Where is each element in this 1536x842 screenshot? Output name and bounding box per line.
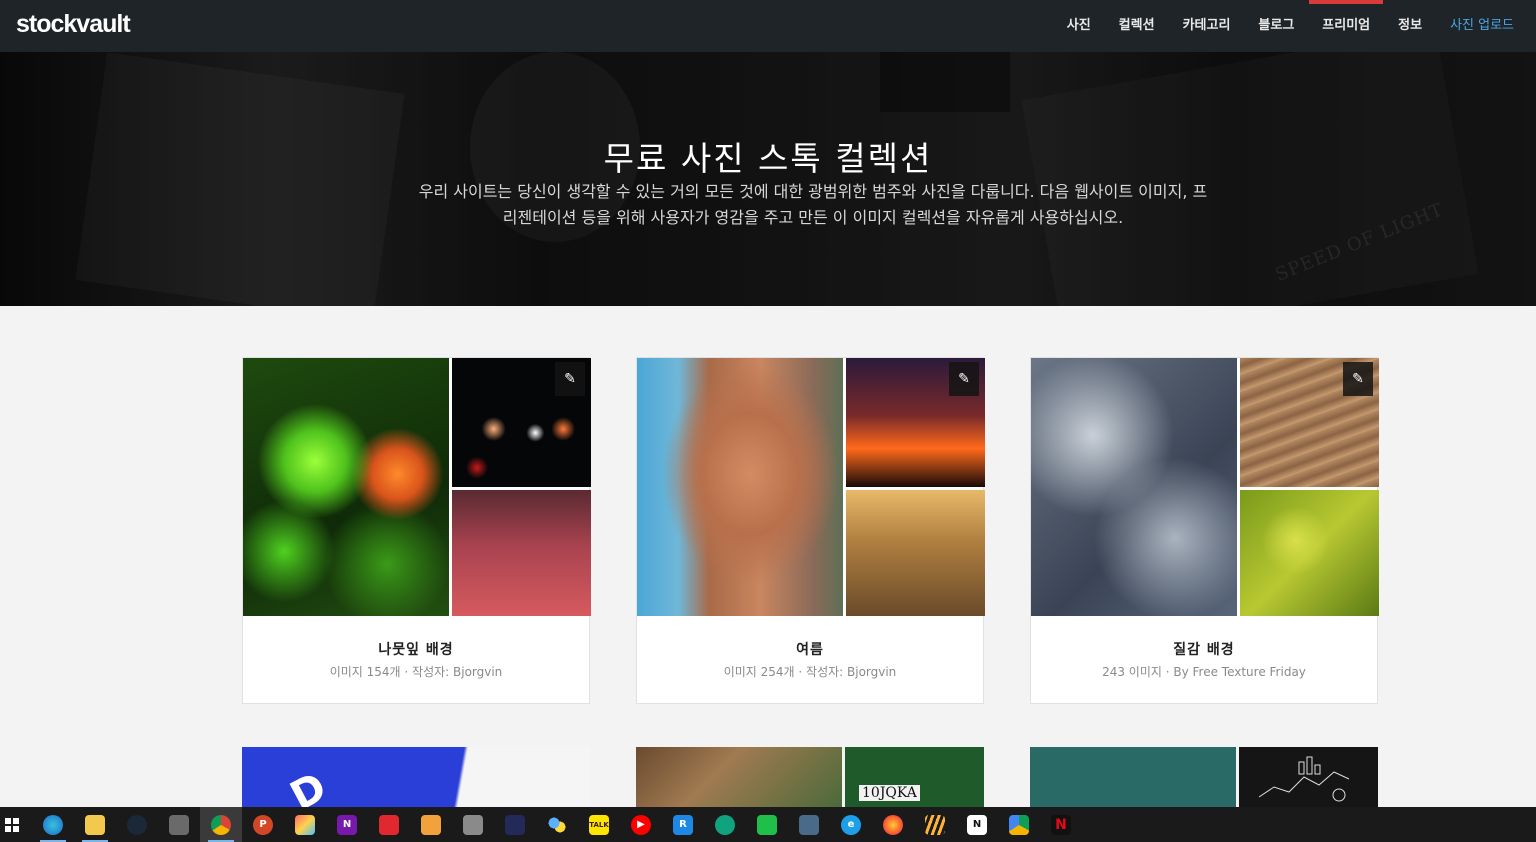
collection-cover-image [637, 358, 843, 616]
windows-taskbar: P N TALK ▶ R e N N [0, 807, 1536, 842]
collection-card[interactable]: ✎ 여름 이미지 254개 · 작성자: Bjorgvin [636, 357, 985, 704]
calculator-icon [799, 814, 819, 835]
top-navigation: stockvault 사진 컬렉션 카테고리 블로그 프리미엄 정보 사진 업로… [0, 0, 1536, 52]
collection-title: 질감 배경 [1173, 642, 1235, 658]
r-app-taskbar-button[interactable]: R [662, 807, 704, 842]
collection-thumb-image: 10JQKA [845, 747, 984, 808]
youtube-music-taskbar-button[interactable]: ▶ [620, 807, 662, 842]
edge-icon [43, 814, 63, 835]
steam-taskbar-button[interactable] [116, 807, 158, 842]
hero-description: 우리 사이트는 당신이 생각할 수 있는 거의 모든 것에 대한 광범위한 범주… [380, 179, 1246, 231]
r-app-icon: R [673, 814, 693, 835]
windows-start-button[interactable] [0, 807, 24, 842]
notion-icon: N [967, 814, 987, 835]
pin-icon[interactable]: ✎ [1343, 362, 1373, 396]
stripes-app-taskbar-button[interactable] [914, 807, 956, 842]
kakaotalk-icon: TALK [589, 814, 609, 835]
nav-categories[interactable]: 카테고리 [1183, 0, 1231, 52]
nav-upload-photo[interactable]: 사진 업로드 [1450, 0, 1514, 52]
collection-cover-image [1030, 747, 1236, 808]
nav-about[interactable]: 정보 [1398, 0, 1422, 52]
google-drive-taskbar-button[interactable] [998, 807, 1040, 842]
collection-thumb-image [846, 490, 985, 616]
stripes-app-icon [925, 814, 945, 835]
xmind-icon [379, 814, 399, 835]
collection-title: 여름 [796, 642, 824, 658]
main-menu: 사진 컬렉션 카테고리 블로그 프리미엄 정보 사진 업로드 [1039, 0, 1514, 52]
collection-thumb-image [1239, 747, 1378, 808]
folder-icon [85, 814, 105, 835]
powerpoint-icon: P [253, 814, 273, 835]
chrome-taskbar-button[interactable] [200, 807, 242, 842]
google-drive-icon [1009, 814, 1029, 835]
nav-collections[interactable]: 컬렉션 [1119, 0, 1155, 52]
nav-blog[interactable]: 블로그 [1258, 0, 1294, 52]
gray-app-icon [463, 814, 483, 835]
collection-cover-image [636, 747, 842, 808]
navy-app-icon [505, 814, 525, 835]
bubbles-icon [547, 814, 567, 835]
netflix-taskbar-button[interactable]: N [1040, 807, 1082, 842]
internet-explorer-icon: e [841, 814, 861, 835]
nav-photos[interactable]: 사진 [1067, 0, 1091, 52]
orange-app-icon [421, 814, 441, 835]
vpn-taskbar-button[interactable] [746, 807, 788, 842]
collection-meta: 243 이미지 · By Free Texture Friday [1102, 665, 1306, 679]
gray-app-taskbar-button[interactable] [452, 807, 494, 842]
hero-title: 무료 사진 스톡 컬렉션 [603, 139, 933, 178]
collection-thumb-image [1240, 490, 1379, 616]
onenote-taskbar-button[interactable]: N [326, 807, 368, 842]
collection-card[interactable]: 10JQKA [636, 747, 984, 808]
nav-premium[interactable]: 프리미엄 [1309, 0, 1383, 52]
collection-card[interactable]: ✎ 질감 배경 243 이미지 · By Free Texture Friday [1030, 357, 1379, 704]
kakaotalk-taskbar-button[interactable]: TALK [578, 807, 620, 842]
pin-icon[interactable]: ✎ [949, 362, 979, 396]
collection-meta: 이미지 254개 · 작성자: Bjorgvin [723, 665, 897, 679]
snipping-tool-icon [169, 814, 189, 835]
collection-thumb-image [452, 490, 591, 616]
firefox-icon [883, 814, 903, 835]
chrome-icon [211, 814, 231, 835]
firefox-taskbar-button[interactable] [872, 807, 914, 842]
hero-description-line: 리젠테이션 등을 위해 사용자가 영감을 주고 만든 이 이미지 컬렉션을 자유… [502, 208, 1124, 227]
vpn-icon [757, 814, 777, 835]
calculator-taskbar-button[interactable] [788, 807, 830, 842]
collection-card[interactable]: ✎ 나뭇잎 배경 이미지 154개 · 작성자: Bjorgvin [242, 357, 591, 704]
powerpoint-taskbar-button[interactable]: P [242, 807, 284, 842]
site-logo[interactable]: stockvault [16, 10, 131, 39]
collection-cover-image [1031, 358, 1237, 616]
file-explorer-taskbar-button[interactable] [74, 807, 116, 842]
xmind-taskbar-button[interactable] [368, 807, 410, 842]
chatgpt-taskbar-button[interactable] [704, 807, 746, 842]
steam-icon [127, 814, 147, 835]
orange-app-taskbar-button[interactable] [410, 807, 452, 842]
collection-meta: 이미지 154개 · 작성자: Bjorgvin [329, 665, 503, 679]
notion-taskbar-button[interactable]: N [956, 807, 998, 842]
youtube-music-icon: ▶ [631, 814, 651, 835]
chatgpt-icon [715, 814, 735, 835]
collection-card[interactable]: D [242, 747, 590, 820]
pin-icon[interactable]: ✎ [555, 362, 585, 396]
collection-card[interactable] [1030, 747, 1378, 808]
netflix-icon: N [1051, 814, 1071, 835]
hero-description-line: 우리 사이트는 당신이 생각할 수 있는 거의 모든 것에 대한 광범위한 범주… [418, 182, 1208, 201]
bubbles-app-taskbar-button[interactable] [536, 807, 578, 842]
collection-title: 나뭇잎 배경 [378, 642, 454, 658]
internet-explorer-taskbar-button[interactable]: e [830, 807, 872, 842]
hero-banner: SPEED OF LIGHT 무료 사진 스톡 컬렉션 우리 사이트는 당신이 … [0, 52, 1536, 306]
snipping-tool-taskbar-button[interactable] [158, 807, 200, 842]
collection-cover-image: D [242, 747, 590, 820]
chart-doodle-icon [1258, 756, 1350, 802]
collection-cover-image [243, 358, 449, 616]
navy-app-taskbar-button[interactable] [494, 807, 536, 842]
cover-overlay-text: 10JQKA [859, 785, 920, 801]
onenote-icon: N [337, 814, 357, 835]
windows-logo-icon [5, 817, 19, 832]
paint-taskbar-button[interactable] [284, 807, 326, 842]
paint-icon [295, 814, 315, 835]
edge-taskbar-button[interactable] [32, 807, 74, 842]
